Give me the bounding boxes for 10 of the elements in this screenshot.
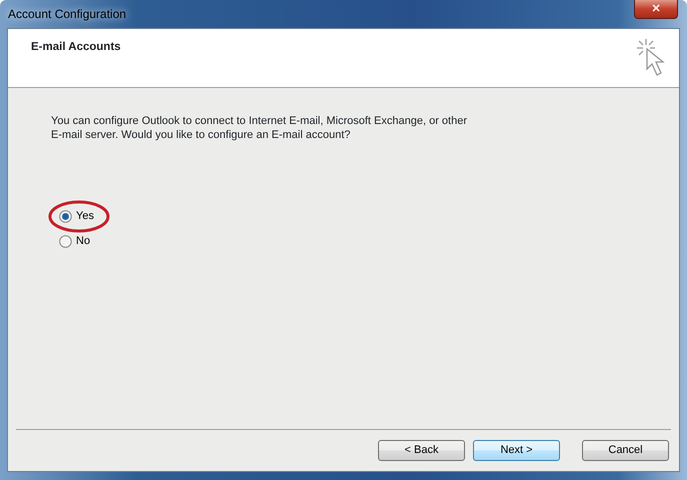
- close-button[interactable]: ✕: [634, 0, 678, 19]
- radio-button[interactable]: [59, 210, 72, 223]
- dialog-button[interactable]: < Back: [378, 440, 465, 461]
- radio-button[interactable]: [59, 235, 72, 248]
- page-heading: E-mail Accounts: [31, 40, 121, 55]
- prompt-text: You can configure Outlook to connect to Internet E-mail, Microsoft Exchange, or other E-mail server. Would you like to configure an E-mail account?: [51, 114, 468, 142]
- radio-option[interactable]: No: [59, 229, 90, 254]
- dialog-button[interactable]: Cancel: [582, 440, 669, 461]
- dialog-button[interactable]: Next >: [473, 440, 560, 461]
- window-title: Account Configuration: [7, 6, 126, 23]
